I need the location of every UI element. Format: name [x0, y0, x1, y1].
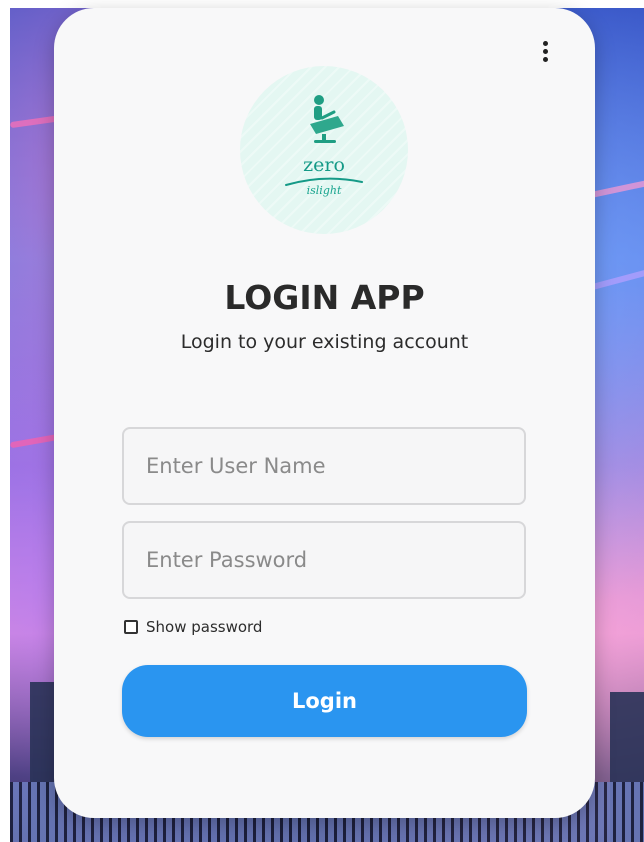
dental-chair-icon — [310, 95, 344, 143]
username-input[interactable] — [122, 427, 526, 505]
login-button[interactable]: Login — [122, 665, 527, 737]
more-options-button[interactable] — [534, 36, 556, 66]
show-password-toggle[interactable]: Show password — [124, 618, 262, 636]
page-title: LOGIN APP — [224, 278, 425, 317]
logo-wordmark: zero — [303, 154, 345, 176]
wallpaper-streak — [10, 433, 61, 449]
password-input[interactable] — [122, 521, 526, 599]
show-password-label: Show password — [146, 618, 263, 636]
app-logo: zero islight — [240, 66, 408, 234]
more-vertical-icon — [542, 40, 548, 46]
page-subtitle: Login to your existing account — [180, 331, 469, 353]
more-vertical-icon-dot — [542, 56, 548, 62]
more-vertical-icon-dot — [542, 48, 548, 54]
logo-tagline: islight — [306, 184, 342, 197]
show-password-checkbox[interactable] — [124, 620, 138, 634]
